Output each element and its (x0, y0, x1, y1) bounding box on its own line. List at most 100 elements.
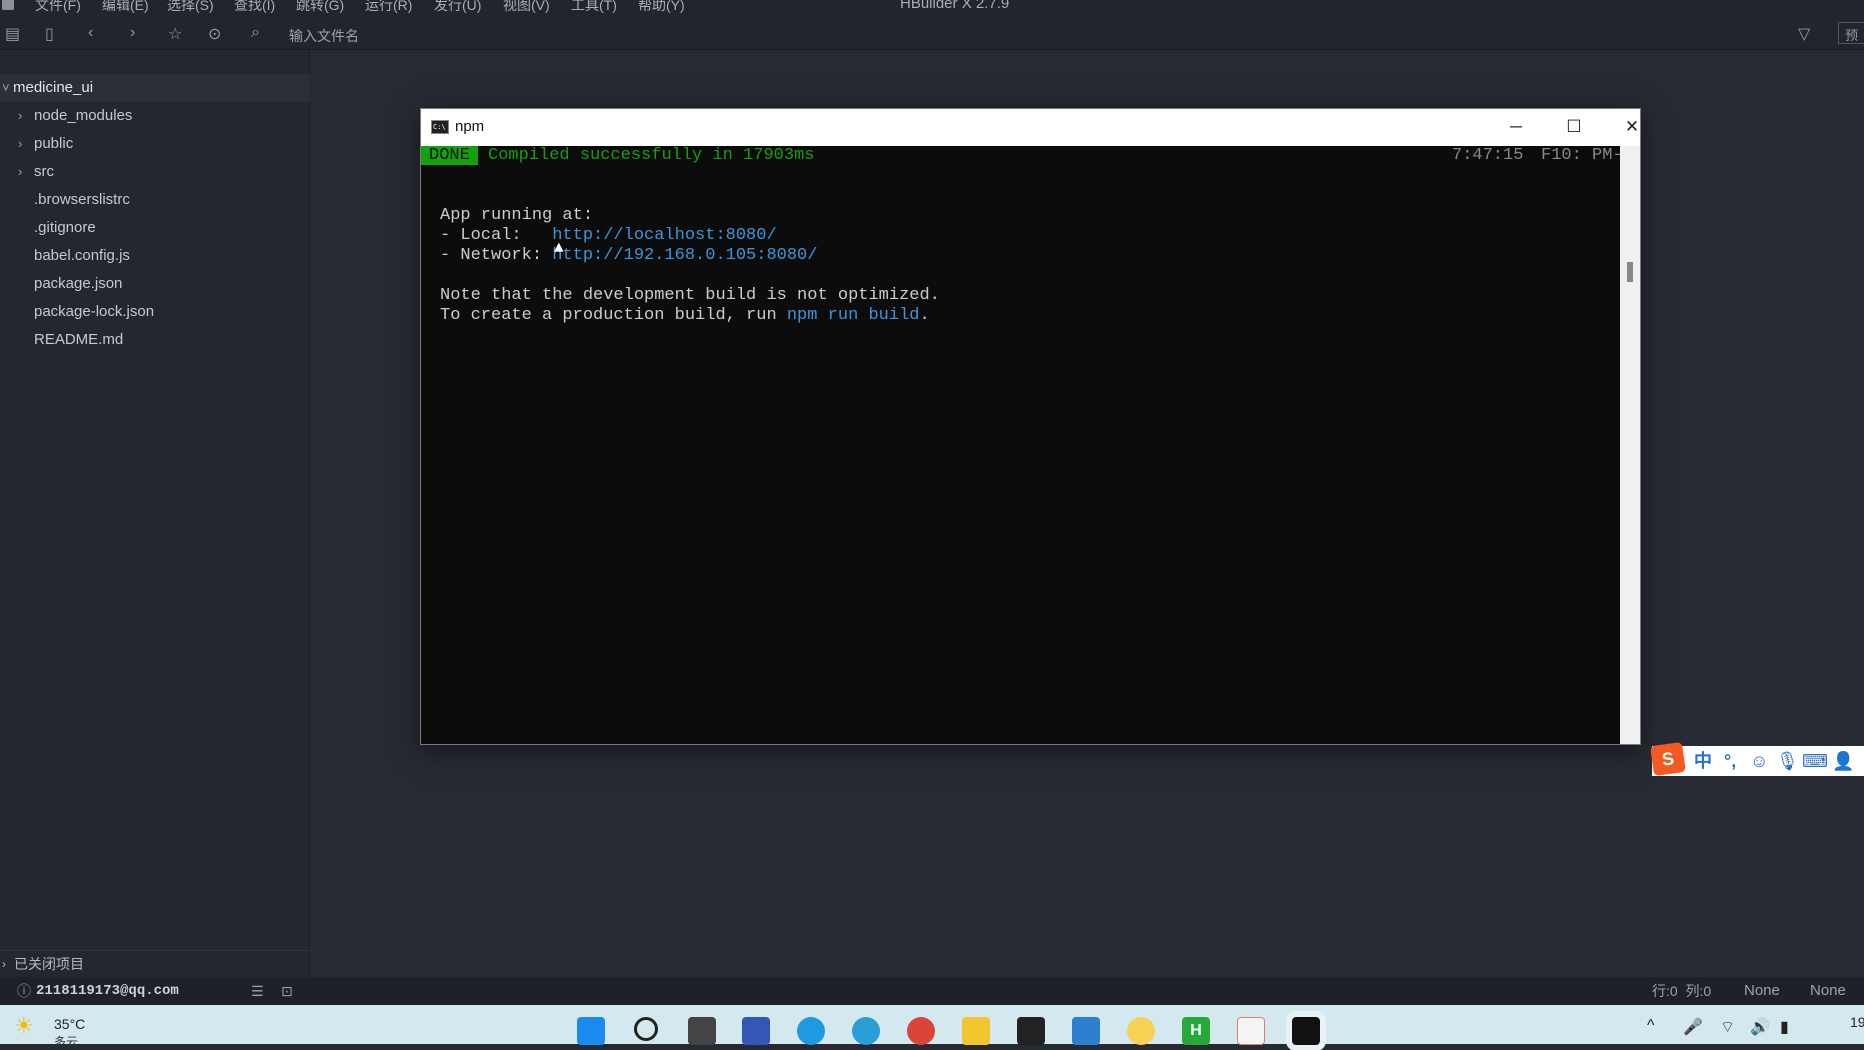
weather-icon[interactable]: ☀ (14, 1013, 34, 1039)
tree-file[interactable]: README.md (0, 326, 310, 354)
user-icon[interactable]: 👤 (1832, 746, 1854, 776)
ime-toolbar: S 中 °, ☺ 🎙 ⌨ 👤 (1650, 741, 1864, 777)
terminal-scrollbar[interactable] (1620, 146, 1640, 744)
wifi-icon[interactable]: ⌔ (1720, 1017, 1735, 1037)
network-url-link[interactable]: http://192.168.0.105:8080/ (552, 246, 817, 265)
search-icon[interactable] (634, 1017, 658, 1041)
minimize-button[interactable]: ─ (1496, 113, 1536, 141)
close-button[interactable]: ✕ (1612, 113, 1652, 141)
menu-file[interactable]: 文件(F) (35, 0, 81, 15)
file-explorer-icon[interactable] (962, 1017, 990, 1045)
project-root[interactable]: ˅ medicine_ui (0, 74, 310, 102)
local-url-link[interactable]: http://localhost:8080/ (552, 226, 776, 245)
closed-projects[interactable]: › 已关闭项目 (0, 950, 310, 976)
terminal-tail: F10: PM- (1541, 146, 1623, 165)
menu-goto[interactable]: 跳转(G) (296, 0, 344, 15)
menu-edit[interactable]: 编辑(E) (102, 0, 149, 15)
window-title-bar[interactable]: C:\ npm ─ ☐ ✕ (421, 109, 1640, 146)
tree-file[interactable]: babel.config.js (0, 242, 310, 270)
build-command: npm run build (786, 306, 920, 325)
ime-mode-toggle[interactable]: 中 (1694, 746, 1712, 776)
sogou-logo-icon[interactable]: S (1650, 741, 1686, 777)
app-icon[interactable] (1127, 1017, 1155, 1045)
outline-icon[interactable]: ☰ (251, 977, 264, 1005)
network-label: - Network: (440, 246, 553, 265)
terminal-icon[interactable] (1286, 1011, 1326, 1050)
menu-run[interactable]: 运行(R) (365, 0, 412, 15)
user-icon: ⓘ (17, 983, 31, 999)
window-title: npm (455, 118, 485, 135)
app-logo-icon (2, 0, 14, 10)
prod-line: To create a production build, run (440, 306, 787, 325)
new-file-icon[interactable]: ▤ (5, 24, 20, 44)
photos-icon[interactable] (1072, 1017, 1100, 1045)
npm-console-window: C:\ npm ─ ☐ ✕ DONE Compiled successfully… (420, 108, 1641, 745)
volume-icon[interactable]: 🔊 (1750, 1017, 1770, 1037)
menu-help[interactable]: 帮助(Y) (638, 0, 685, 15)
menu-find[interactable]: 查找(I) (234, 0, 275, 15)
toolbar: ▤ ▯ ‹ › ☆ ⊙ ⌕ 输入文件名 ▽ 预 (0, 18, 1864, 50)
start-icon[interactable] (577, 1017, 605, 1045)
tree-file[interactable]: .gitignore (0, 214, 310, 242)
battery-icon[interactable]: ▮ (1780, 1017, 1789, 1037)
menu-select[interactable]: 选择(S) (167, 0, 214, 15)
microphone-icon[interactable]: 🎙 (1776, 746, 1799, 776)
keyboard-icon[interactable]: ⌨ (1802, 746, 1828, 776)
menu-tools[interactable]: 工具(T) (571, 0, 617, 15)
chevron-right-icon: › (18, 164, 23, 179)
tree-folder-node_modules[interactable]: › node_modules (0, 102, 310, 130)
tree-folder-public[interactable]: › public (0, 130, 310, 158)
tray-expand-icon[interactable]: ^ (1647, 1017, 1655, 1035)
chevron-right-icon: › (18, 136, 23, 151)
chrome-icon[interactable] (907, 1017, 935, 1045)
clock[interactable]: 19 (1850, 1014, 1864, 1030)
ime-punct-toggle[interactable]: °, (1724, 746, 1736, 776)
weather-desc: 多云 (54, 1035, 79, 1049)
hbuilder-icon[interactable]: H (1182, 1017, 1210, 1045)
intellij-icon[interactable] (1017, 1017, 1045, 1045)
local-label: - Local: (440, 226, 553, 245)
microphone-icon[interactable]: 🎤 (1683, 1017, 1703, 1037)
edge-icon[interactable] (797, 1017, 825, 1045)
mouse-cursor-icon: ▲ (554, 239, 564, 257)
tree-folder-src[interactable]: › src (0, 158, 310, 186)
menu-view[interactable]: 视图(V) (503, 0, 550, 15)
star-icon[interactable]: ☆ (168, 24, 182, 44)
note-line: Note that the development build is not o… (440, 286, 940, 305)
preview-button[interactable]: 预 (1838, 22, 1864, 44)
save-icon[interactable]: ▯ (45, 24, 54, 44)
chevron-right-icon: › (2, 957, 6, 971)
tree-file[interactable]: package-lock.json (0, 298, 310, 326)
done-badge: DONE (421, 146, 478, 165)
chevron-right-icon: › (18, 108, 23, 123)
tree-file[interactable]: package.json (0, 270, 310, 298)
app-icon[interactable] (1237, 1017, 1265, 1045)
emoji-icon[interactable]: ☺ (1750, 746, 1768, 776)
chevron-down-icon: ˅ (2, 80, 10, 95)
file-search-input[interactable]: 输入文件名 (289, 26, 359, 46)
app-title: HBuilder X 2.7.9 (900, 0, 1010, 12)
console-icon[interactable]: ⊡ (281, 977, 293, 1005)
file-search-icon[interactable]: ⌕ (251, 24, 260, 42)
ie-icon[interactable] (852, 1017, 880, 1045)
back-icon[interactable]: ‹ (88, 24, 93, 42)
menu-publish[interactable]: 发行(U) (434, 0, 481, 15)
weather-temp[interactable]: 35°C (54, 1016, 85, 1032)
app-running-line: App running at: (440, 206, 594, 225)
compile-time: 7:47:15 (1452, 146, 1524, 165)
menu-bar: 文件(F) 编辑(E) 选择(S) 查找(I) 跳转(G) 运行(R) 发行(U… (0, 0, 1864, 18)
maximize-button[interactable]: ☐ (1554, 113, 1594, 141)
tree-file[interactable]: .browserslistrc (0, 186, 310, 214)
run-icon[interactable]: ⊙ (208, 24, 221, 44)
prod-suffix: . (919, 306, 930, 325)
terminal-output[interactable]: DONE Compiled successfully in 17903ms 7:… (421, 146, 1623, 744)
project-sidebar: ˅ medicine_ui › node_modules › public › src… (0, 50, 310, 977)
user-account[interactable]: 2118119173@qq.com (36, 977, 179, 1005)
encoding-selector[interactable]: None (1744, 977, 1780, 1005)
app-icon[interactable] (742, 1017, 770, 1045)
filter-icon[interactable]: ▽ (1798, 24, 1810, 44)
forward-icon[interactable]: › (130, 24, 135, 42)
task-view-icon[interactable] (688, 1017, 716, 1045)
scrollbar-thumb[interactable] (1627, 262, 1633, 282)
syntax-selector[interactable]: None (1810, 977, 1846, 1005)
